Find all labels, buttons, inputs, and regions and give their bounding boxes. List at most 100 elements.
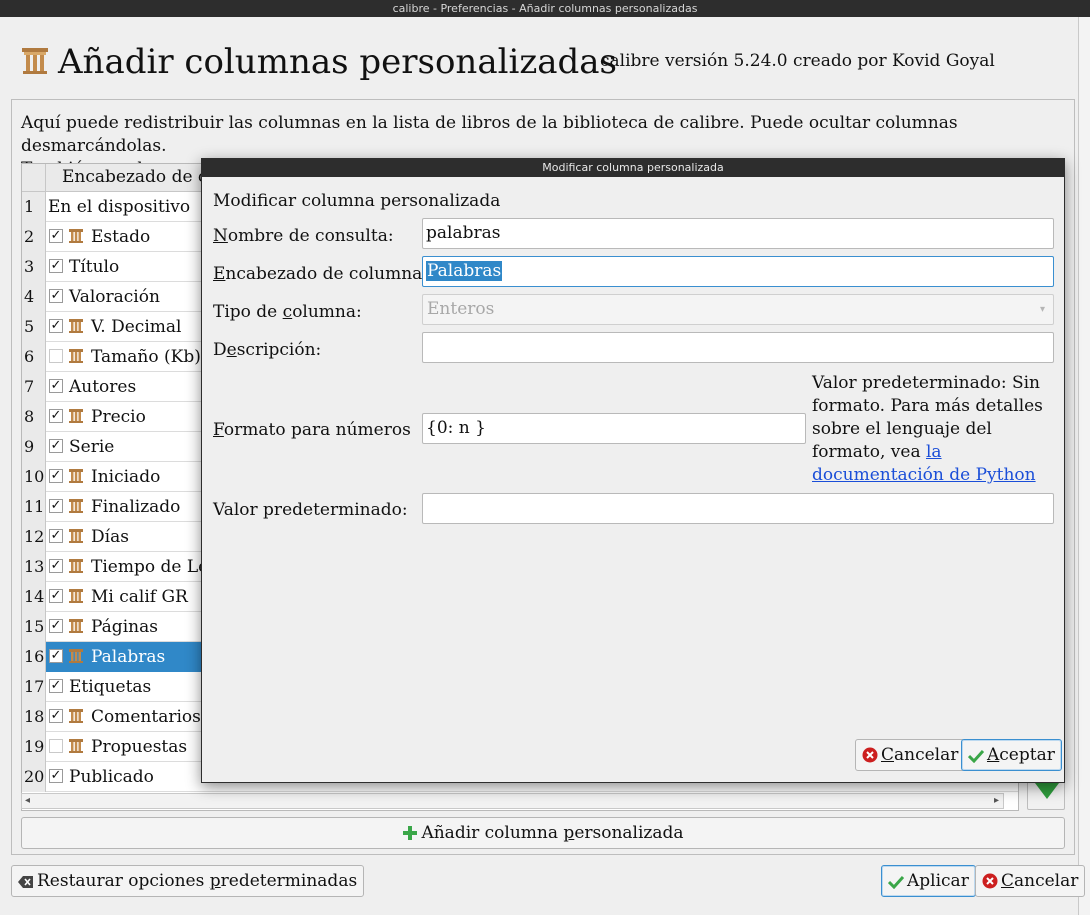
column-label: V. Decimal [91, 317, 182, 337]
column-label: Tiempo de Le [91, 557, 209, 577]
row-number: 16 [22, 642, 46, 672]
row-number: 5 [22, 312, 46, 342]
visibility-checkbox[interactable]: ✓ [49, 229, 63, 243]
visibility-checkbox[interactable]: ✓ [49, 319, 63, 333]
row-number: 19 [22, 732, 46, 762]
row-number: 4 [22, 282, 46, 312]
visibility-checkbox[interactable]: ✓ [49, 649, 63, 663]
visibility-checkbox[interactable] [49, 739, 63, 753]
lookup-name-input[interactable]: palabras [422, 218, 1054, 249]
column-label: Palabras [91, 647, 166, 667]
row-number: 17 [22, 672, 46, 702]
add-custom-column-button[interactable]: Añadir columna personalizada [21, 817, 1065, 849]
visibility-checkbox[interactable]: ✓ [49, 379, 63, 393]
column-icon [68, 558, 84, 574]
visibility-checkbox[interactable]: ✓ [49, 709, 63, 723]
column-heading-label: Encabezado de columna: [213, 264, 429, 284]
column-label: Propuestas [91, 737, 188, 757]
column-label: Autores [69, 377, 137, 397]
dialog-cancel-button[interactable]: Cancelar [855, 739, 966, 771]
dialog-ok-button[interactable]: Aceptar [961, 739, 1062, 771]
window-titlebar: calibre - Preferencias - Añadir columnas… [0, 0, 1090, 17]
scroll-right-icon[interactable]: ▸ [994, 795, 999, 806]
row-number: 2 [22, 222, 46, 252]
visibility-checkbox[interactable] [49, 349, 63, 363]
column-label: Etiquetas [69, 677, 152, 697]
column-icon [68, 708, 84, 724]
column-label: Finalizado [91, 497, 181, 517]
column-label: Días [91, 527, 129, 547]
description-input[interactable] [422, 332, 1054, 363]
row-number: 9 [22, 432, 46, 462]
horizontal-scrollbar[interactable]: ◂ ▸ [21, 793, 1004, 809]
column-label: Mi calif GR [91, 587, 188, 607]
pillar-icon [22, 48, 48, 74]
chevron-down-icon: ▾ [1039, 304, 1045, 315]
row-number: 1 [22, 192, 46, 222]
column-heading-input[interactable]: Palabras [422, 256, 1054, 287]
apply-button[interactable]: Aplicar [881, 865, 976, 897]
row-number: 8 [22, 402, 46, 432]
row-number: 7 [22, 372, 46, 402]
column-icon [68, 498, 84, 514]
column-icon [68, 738, 84, 754]
clear-left-icon [18, 876, 33, 888]
visibility-checkbox[interactable]: ✓ [49, 589, 63, 603]
column-label: Publicado [69, 767, 154, 787]
row-number: 18 [22, 702, 46, 732]
column-icon [68, 528, 84, 544]
column-label: Tamaño (Kb) [91, 347, 201, 367]
visibility-checkbox[interactable]: ✓ [49, 499, 63, 513]
column-label: Páginas [91, 617, 158, 637]
default-value-input[interactable] [422, 493, 1054, 524]
column-label: Valoración [69, 287, 160, 307]
column-icon [68, 648, 84, 664]
scroll-left-icon[interactable]: ◂ [25, 795, 30, 806]
edit-column-dialog: Modificar columna personalizada Modifica… [201, 158, 1065, 783]
column-icon [68, 588, 84, 604]
cancel-button[interactable]: Cancelar [975, 865, 1086, 897]
cancel-icon [982, 873, 998, 889]
info-line-1: Aquí puede redistribuir las columnas en … [21, 113, 958, 156]
row-number: 11 [22, 492, 46, 522]
format-help-text: Valor predeterminado: Sin formato. Para … [812, 373, 1043, 485]
row-number: 3 [22, 252, 46, 282]
visibility-checkbox[interactable]: ✓ [49, 289, 63, 303]
version-text: calibre versión 5.24.0 creado por Kovid … [600, 51, 995, 71]
check-icon [967, 749, 985, 764]
background-window-edge [1078, 17, 1090, 915]
visibility-checkbox[interactable]: ✓ [49, 619, 63, 633]
row-number: 20 [22, 762, 46, 792]
visibility-checkbox[interactable]: ✓ [49, 679, 63, 693]
visibility-checkbox[interactable]: ✓ [49, 529, 63, 543]
window-title: calibre - Preferencias - Añadir columnas… [392, 2, 698, 15]
column-header-label[interactable]: Encabezado de co [62, 167, 218, 187]
number-format-label: Formato para números [213, 420, 411, 440]
column-label: En el dispositivo [48, 197, 191, 217]
number-format-input[interactable]: {0: n } [422, 413, 806, 444]
dialog-title: Modificar columna personalizada [542, 161, 724, 174]
plus-icon [403, 826, 418, 840]
visibility-checkbox[interactable]: ✓ [49, 409, 63, 423]
table-corner [22, 164, 46, 192]
column-type-label: Tipo de columna: [213, 302, 362, 322]
default-value-label: Valor predeterminado: [213, 500, 408, 520]
column-icon [68, 618, 84, 634]
dialog-heading: Modificar columna personalizada [213, 191, 501, 211]
row-number: 15 [22, 612, 46, 642]
row-number: 6 [22, 342, 46, 372]
visibility-checkbox[interactable]: ✓ [49, 559, 63, 573]
visibility-checkbox[interactable]: ✓ [49, 769, 63, 783]
column-label: Precio [91, 407, 146, 427]
column-icon [68, 468, 84, 484]
restore-defaults-button[interactable]: Restaurar opciones predeterminadas [11, 865, 365, 897]
description-label: Descripción: [213, 340, 322, 360]
row-number: 10 [22, 462, 46, 492]
visibility-checkbox[interactable]: ✓ [49, 259, 63, 273]
visibility-checkbox[interactable]: ✓ [49, 469, 63, 483]
row-number: 13 [22, 552, 46, 582]
visibility-checkbox[interactable]: ✓ [49, 439, 63, 453]
column-type-select[interactable]: Enteros ▾ [422, 294, 1054, 325]
column-label: Estado [91, 227, 151, 247]
check-icon [887, 875, 905, 890]
